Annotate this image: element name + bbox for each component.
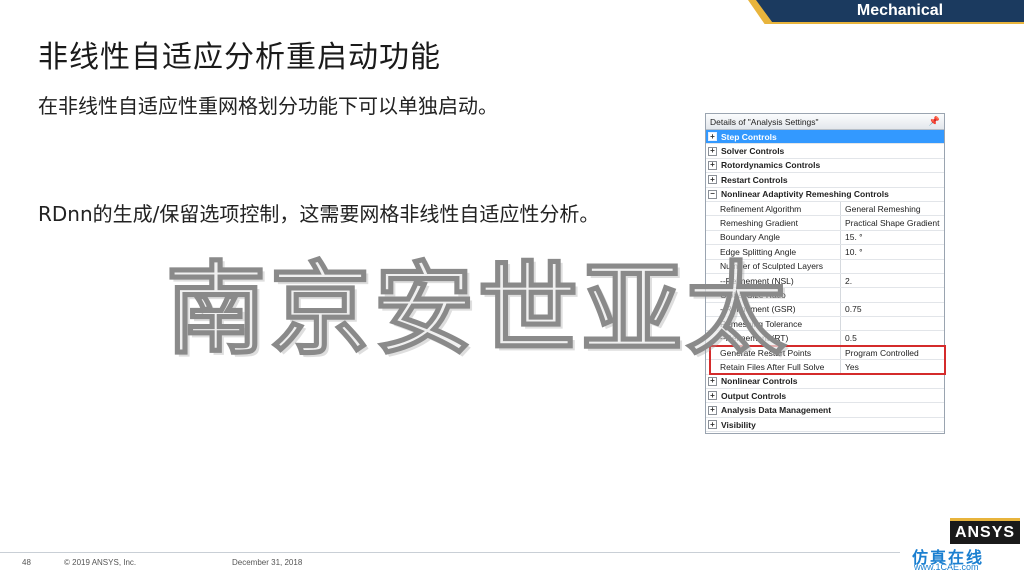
page-number: 48 xyxy=(22,558,31,567)
group-row[interactable]: + Rotordynamics Controls xyxy=(706,159,944,174)
group-label: Solver Controls xyxy=(721,146,785,157)
group-label: Output Controls xyxy=(721,390,787,401)
group-label: Nonlinear Adaptivity Remeshing Controls xyxy=(721,189,889,200)
date-text: December 31, 2018 xyxy=(232,558,303,567)
group-label: Rotordynamics Controls xyxy=(721,160,821,171)
property-value[interactable]: 2. xyxy=(841,276,852,286)
expand-icon[interactable]: + xyxy=(708,160,717,170)
property-value[interactable]: Practical Shape Gradient xyxy=(841,218,940,228)
collapse-icon[interactable]: − xyxy=(708,189,717,199)
details-panel-title: Details of "Analysis Settings" xyxy=(710,116,819,127)
property-name: Refinement Algorithm xyxy=(716,201,841,216)
group-row[interactable]: + Step Controls xyxy=(706,130,944,145)
site-logo-url: www.1CAE.com xyxy=(914,562,979,572)
property-value[interactable]: 15. ° xyxy=(841,232,863,242)
pin-icon[interactable]: 📌 xyxy=(929,116,940,127)
group-label: Nonlinear Controls xyxy=(721,376,798,387)
expand-icon[interactable]: + xyxy=(708,132,717,142)
group-label: Step Controls xyxy=(721,131,777,142)
property-value[interactable]: 10. ° xyxy=(841,247,863,257)
group-row[interactable]: + Restart Controls xyxy=(706,173,944,188)
expand-icon[interactable]: + xyxy=(708,175,717,185)
slide-title: 非线性自适应分析重启动功能 xyxy=(38,40,441,75)
expand-icon[interactable]: + xyxy=(708,376,717,386)
property-value[interactable]: 0.75 xyxy=(841,304,862,314)
ansys-logo: ANSYS xyxy=(950,518,1020,545)
group-row[interactable]: + Analysis Data Management xyxy=(706,403,944,418)
group-row[interactable]: − Nonlinear Adaptivity Remeshing Controls xyxy=(706,188,944,202)
property-value[interactable]: 0.5 xyxy=(841,333,857,343)
product-banner: Mechanical xyxy=(748,0,1024,24)
copyright-text: © 2019 ANSYS, Inc. xyxy=(64,558,137,567)
group-label: Restart Controls xyxy=(721,174,788,185)
site-logo: 仿真在线 www.1CAE.com xyxy=(900,544,1024,576)
bullet-text-1: 在非线性自适应性重网格划分功能下可以单独启动。 xyxy=(38,94,498,118)
product-label: Mechanical xyxy=(756,0,1024,22)
group-row[interactable]: + Visibility xyxy=(706,418,944,433)
group-row[interactable]: + Nonlinear Controls xyxy=(706,375,944,390)
property-row[interactable]: Refinement Algorithm General Remeshing xyxy=(706,201,944,217)
expand-icon[interactable]: + xyxy=(708,405,717,415)
expand-icon[interactable]: + xyxy=(708,391,717,401)
footer-divider xyxy=(0,552,920,553)
property-value[interactable]: General Remeshing xyxy=(841,204,921,214)
group-label: Visibility xyxy=(721,419,756,430)
watermark-text: 南京安世亚太 xyxy=(165,249,790,369)
details-panel-header: Details of "Analysis Settings" 📌 xyxy=(706,114,944,130)
group-row[interactable]: + Solver Controls xyxy=(706,144,944,159)
expand-icon[interactable]: + xyxy=(708,420,717,429)
group-label: Analysis Data Management xyxy=(721,405,832,416)
group-row[interactable]: + Output Controls xyxy=(706,389,944,404)
expand-icon[interactable]: + xyxy=(708,146,717,156)
